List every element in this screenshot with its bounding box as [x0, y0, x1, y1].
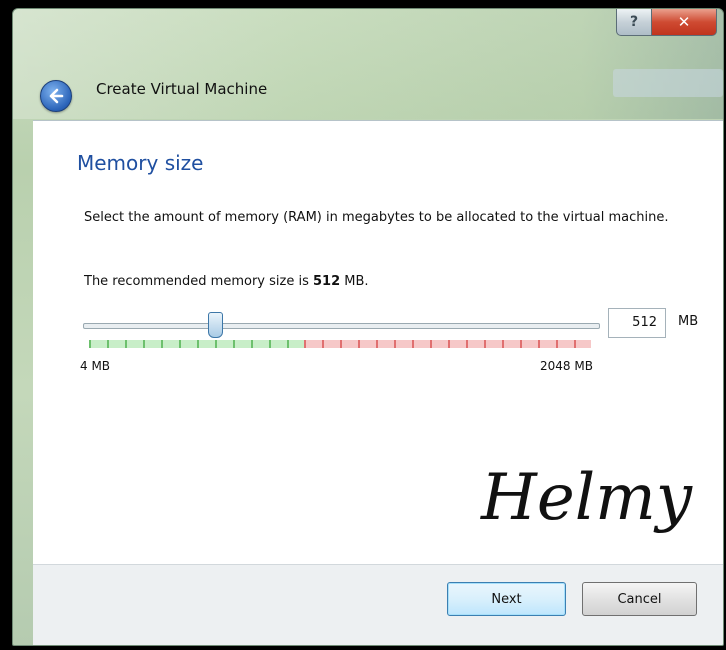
- caption-buttons: ? ✕: [616, 9, 717, 36]
- excessive-range-ticks: [304, 340, 591, 348]
- next-button[interactable]: Next: [447, 582, 566, 616]
- cancel-button[interactable]: Cancel: [582, 582, 697, 616]
- title-bar: ? ✕ Create Virtual Machine: [13, 9, 723, 119]
- background-window-hint: [613, 69, 723, 97]
- slider-track[interactable]: [83, 323, 600, 329]
- page-title: Memory size: [77, 151, 204, 175]
- recommendation-text: The recommended memory size is 512 MB.: [84, 274, 369, 289]
- recommended-range-ticks: [89, 340, 304, 348]
- help-button[interactable]: ?: [616, 9, 652, 36]
- back-button[interactable]: [40, 80, 72, 112]
- slider-max-label: 2048 MB: [540, 359, 593, 373]
- page-description: Select the amount of memory (RAM) in meg…: [84, 210, 669, 225]
- memory-slider[interactable]: [83, 306, 600, 350]
- memory-size-input[interactable]: 512: [608, 308, 666, 338]
- recommendation-suffix: MB.: [340, 274, 369, 289]
- button-bar: Next Cancel: [33, 564, 723, 645]
- wizard-page: Memory size Select the amount of memory …: [33, 120, 723, 565]
- signature-watermark: Helmy: [480, 461, 693, 535]
- svg-text:Helmy: Helmy: [480, 461, 693, 535]
- close-button[interactable]: ✕: [652, 9, 717, 36]
- slider-thumb[interactable]: [208, 312, 223, 338]
- back-arrow-icon: [49, 88, 64, 104]
- slider-ticks: [89, 340, 591, 348]
- close-icon: ✕: [677, 13, 691, 31]
- slider-min-label: 4 MB: [80, 359, 111, 373]
- recommended-value: 512: [312, 274, 341, 289]
- window-title: Create Virtual Machine: [96, 80, 268, 98]
- help-icon: ?: [629, 14, 639, 30]
- recommendation-prefix: The recommended memory size is: [84, 274, 313, 289]
- memory-unit-label: MB: [678, 314, 699, 329]
- dialog-window: ? ✕ Create Virtual Machine Memory size S…: [12, 8, 724, 646]
